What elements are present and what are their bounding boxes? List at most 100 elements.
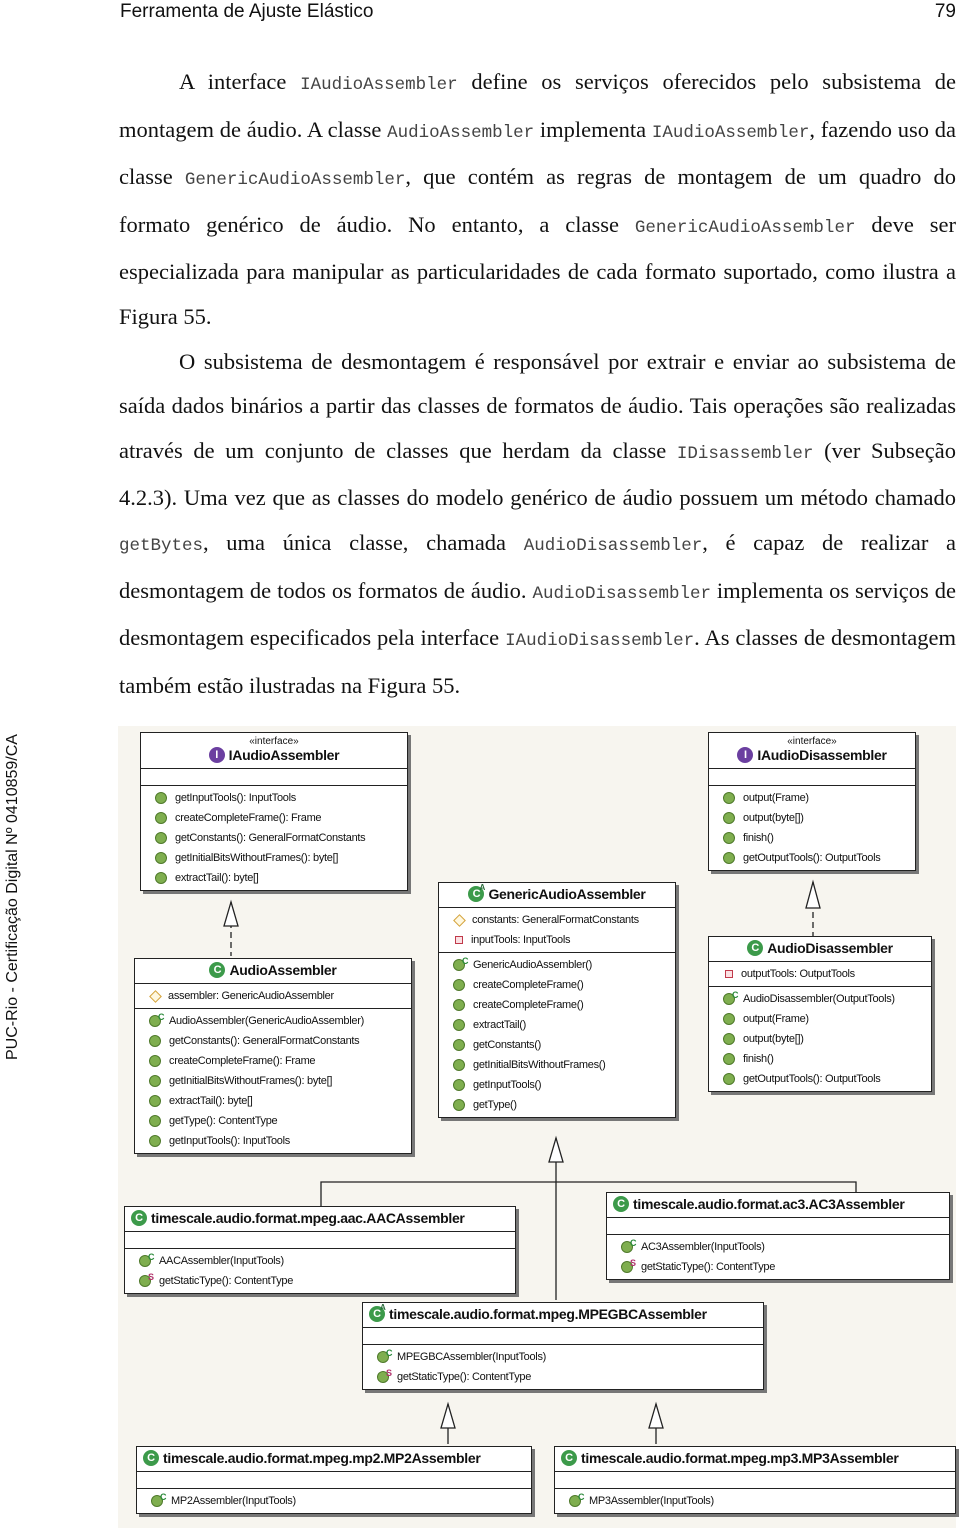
methods-section: AACAssembler(InputTools) getStaticType():… [125, 1247, 515, 1293]
class-mpegbcassembler: Ctimescale.audio.format.mpeg.MPEGBCAssem… [362, 1300, 764, 1391]
method-text: extractTail() [473, 1019, 526, 1032]
public-method-icon [723, 1013, 735, 1026]
method-row: finish() [709, 1049, 931, 1069]
constructor-icon [139, 1247, 154, 1268]
attributes-section [363, 1328, 763, 1346]
inline-code: GenericAudioAssembler [184, 170, 406, 191]
class-header: «interface» I IAudioDisassembler [709, 733, 915, 770]
method-text: createCompleteFrame(): Frame [169, 1055, 316, 1068]
class-name-text: timescale.audio.format.mpeg.mp3.MP3Assem… [581, 1450, 899, 1466]
attributes-section [137, 1472, 531, 1490]
class-name-text: timescale.audio.format.mpeg.mp2.MP2Assem… [163, 1450, 481, 1466]
method-text: getType() [473, 1099, 517, 1112]
class-header: C AudioAssembler [135, 959, 411, 985]
method-row: createCompleteFrame(): Frame [141, 808, 407, 828]
public-method-icon [453, 999, 465, 1012]
method-text: MP3Assembler(InputTools) [589, 1495, 714, 1508]
method-row: getInputTools(): InputTools [141, 788, 407, 808]
method-text: createCompleteFrame() [473, 999, 584, 1012]
attributes-section [141, 769, 407, 787]
method-text: GenericAudioAssembler() [473, 959, 593, 972]
method-text: getInitialBitsWithoutFrames(): byte[] [169, 1075, 333, 1088]
method-text: getInitialBitsWithoutFrames() [473, 1059, 606, 1072]
text-run: , uma única classe, chamada [203, 529, 524, 555]
method-text: getConstants(): GeneralFormatConstants [169, 1035, 360, 1048]
class-icon: C [613, 1196, 629, 1213]
method-text: getInputTools() [473, 1079, 542, 1092]
method-row: getInitialBitsWithoutFrames(): byte[] [135, 1071, 411, 1091]
attributes-section: outputTools: OutputTools [709, 962, 931, 988]
class-genericaudioassembler: CGenericAudioAssembler constants: General… [438, 880, 676, 1119]
method-row: finish() [709, 828, 915, 848]
inline-code: AudioDisassembler [532, 583, 711, 604]
stereotype-label: «interface» [787, 736, 837, 747]
constructor-icon [453, 951, 468, 972]
interface-icon: I [208, 747, 225, 764]
method-text: finish() [743, 1053, 774, 1066]
class-audiodisassembler: C AudioDisassembler outputTools: OutputToo… [708, 936, 932, 1093]
class-mp2assembler: Ctimescale.audio.format.mpeg.mp2.MP2Asse… [136, 1446, 532, 1515]
static-method-icon [377, 1363, 392, 1384]
public-method-icon [723, 832, 735, 845]
method-text: getOutputTools(): OutputTools [743, 1073, 881, 1086]
inline-code: getBytes [119, 535, 204, 556]
public-method-icon [453, 1079, 465, 1092]
method-text: AC3Assembler(InputTools) [641, 1241, 765, 1254]
attributes-section: assembler: GenericAudioAssembler [135, 984, 411, 1010]
public-method-icon [149, 1075, 161, 1088]
attributes-section [607, 1218, 949, 1236]
page-number: 79 [934, 1, 956, 22]
method-text: getInputTools(): InputTools [169, 1135, 290, 1148]
method-row: output(Frame) [709, 1009, 931, 1029]
public-method-icon [723, 792, 735, 805]
method-row: getType(): ContentType [135, 1111, 411, 1131]
class-name: Ctimescale.audio.format.mpeg.aac.AACAsse… [131, 1210, 511, 1227]
class-name: Ctimescale.audio.format.ac3.AC3Assembler [613, 1196, 945, 1213]
public-method-icon [155, 832, 167, 845]
attributes-section [709, 769, 915, 787]
method-text: getOutputTools(): OutputTools [743, 852, 881, 865]
class-icon: C [561, 1450, 577, 1467]
methods-section: MP2Assembler(InputTools) [137, 1487, 531, 1513]
method-row: extractTail(): byte[] [141, 868, 407, 888]
inline-code: IAudioAssembler [300, 75, 458, 95]
public-method-icon [723, 812, 735, 825]
class-icon: C [209, 962, 226, 979]
public-method-icon [453, 1059, 465, 1072]
class-iaudiodisassembler: «interface» I IAudioDisassembler output(Fra… [708, 732, 916, 872]
class-name: I IAudioDisassembler [713, 747, 911, 764]
text-run: implementa [534, 116, 652, 142]
public-method-icon [155, 792, 167, 805]
public-method-icon [149, 1035, 161, 1048]
class-name: CGenericAudioAssembler [443, 880, 671, 903]
figure-55-uml-diagram: «interface» I IAudioAssembler getInputTools… [118, 726, 956, 1528]
class-name: C AudioAssembler [139, 962, 407, 979]
class-name-text: timescale.audio.format.ac3.AC3Assembler [633, 1196, 905, 1212]
method-text: AACAssembler(InputTools) [159, 1255, 284, 1268]
public-method-icon [453, 1019, 465, 1032]
constructor-icon [569, 1487, 584, 1508]
class-mp3assembler: Ctimescale.audio.format.mpeg.mp3.MP3Asse… [554, 1446, 956, 1515]
method-text: createCompleteFrame() [473, 979, 584, 992]
class-name: Ctimescale.audio.format.mpeg.MPEGBCAssem… [369, 1300, 759, 1323]
method-text: getInitialBitsWithoutFrames(): byte[] [175, 852, 339, 865]
class-header: Ctimescale.audio.format.mpeg.aac.AACAsse… [125, 1207, 515, 1233]
attributes-section [125, 1232, 515, 1250]
method-text: MP2Assembler(InputTools) [171, 1495, 296, 1508]
method-row: getInputTools(): InputTools [135, 1131, 411, 1151]
interface-icon: I [737, 747, 754, 764]
method-text: getConstants() [473, 1039, 541, 1052]
method-row: MP3Assembler(InputTools) [555, 1487, 955, 1511]
attribute-row: constants: GeneralFormatConstants [439, 910, 675, 930]
method-text: getStaticType(): ContentType [641, 1261, 776, 1274]
class-icon: C [131, 1210, 147, 1227]
running-header: Ferramenta de Ajuste Elástico 79 [120, 0, 956, 24]
public-method-icon [155, 852, 167, 865]
methods-section: GenericAudioAssembler() createCompleteFra… [439, 951, 675, 1117]
attributes-section: constants: GeneralFormatConstants inputTo… [439, 908, 675, 954]
methods-section: MP3Assembler(InputTools) [555, 1487, 955, 1513]
method-row: createCompleteFrame() [439, 975, 675, 995]
class-audioassembler: C AudioAssembler assembler: GenericAudioAs… [134, 958, 412, 1155]
method-text: getType(): ContentType [169, 1115, 278, 1128]
method-row: getConstants(): GeneralFormatConstants [141, 828, 407, 848]
